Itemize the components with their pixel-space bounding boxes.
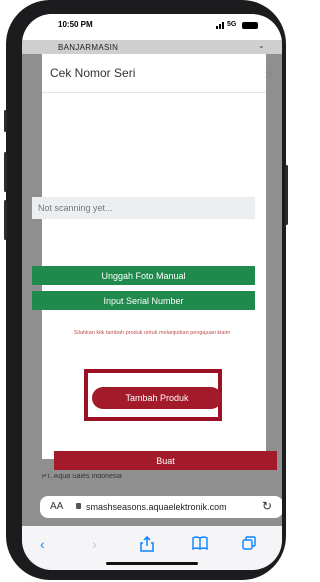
modal-divider <box>42 92 266 93</box>
background-city-select: BANJARMASIN ⌄ <box>22 40 282 54</box>
reload-icon[interactable]: ↻ <box>262 499 272 513</box>
city-select-value: BANJARMASIN <box>58 43 119 52</box>
input-serial-button[interactable]: Input Serial Number <box>32 291 255 310</box>
share-icon[interactable] <box>140 535 154 555</box>
footer-peek-text: PT. Aqua Sales Indonesia <box>42 474 122 480</box>
status-bar: 10:50 PM 5G <box>22 14 282 40</box>
battery-icon <box>242 22 258 29</box>
bookmarks-icon[interactable] <box>192 536 208 553</box>
tabs-icon[interactable] <box>242 536 256 553</box>
chevron-down-icon: ⌄ <box>258 41 265 50</box>
modal-title: Cek Nomor Seri <box>50 66 136 80</box>
create-button[interactable]: Buat <box>54 451 277 470</box>
side-button <box>4 110 7 132</box>
status-time: 10:50 PM <box>58 20 93 29</box>
upload-photo-button[interactable]: Unggah Foto Manual <box>32 266 255 285</box>
forward-icon[interactable]: › <box>92 536 97 552</box>
text-size-button[interactable]: AA <box>50 501 63 512</box>
screen: 10:50 PM 5G BANJARMASIN ⌄ Cek Nomor Seri… <box>22 14 282 570</box>
address-bar[interactable]: AA smashseasons.aquaelektronik.com ↻ <box>40 496 282 518</box>
phone-frame: 10:50 PM 5G BANJARMASIN ⌄ Cek Nomor Seri… <box>4 0 288 580</box>
volume-down-button <box>4 200 7 240</box>
home-indicator <box>106 562 198 565</box>
back-icon[interactable]: ‹ <box>40 536 45 552</box>
url-text[interactable]: smashseasons.aquaelektronik.com <box>86 502 227 512</box>
add-product-button[interactable]: Tambah Produk <box>92 387 222 409</box>
scan-status-field[interactable] <box>32 197 255 219</box>
lock-icon <box>76 503 81 509</box>
power-button <box>285 165 288 225</box>
hint-text: Silahkan klik tambah produk untuk melanj… <box>73 330 231 336</box>
network-label: 5G <box>227 21 237 28</box>
volume-up-button <box>4 152 7 192</box>
close-icon[interactable]: ✕ <box>264 68 274 82</box>
signal-icon <box>216 22 226 29</box>
